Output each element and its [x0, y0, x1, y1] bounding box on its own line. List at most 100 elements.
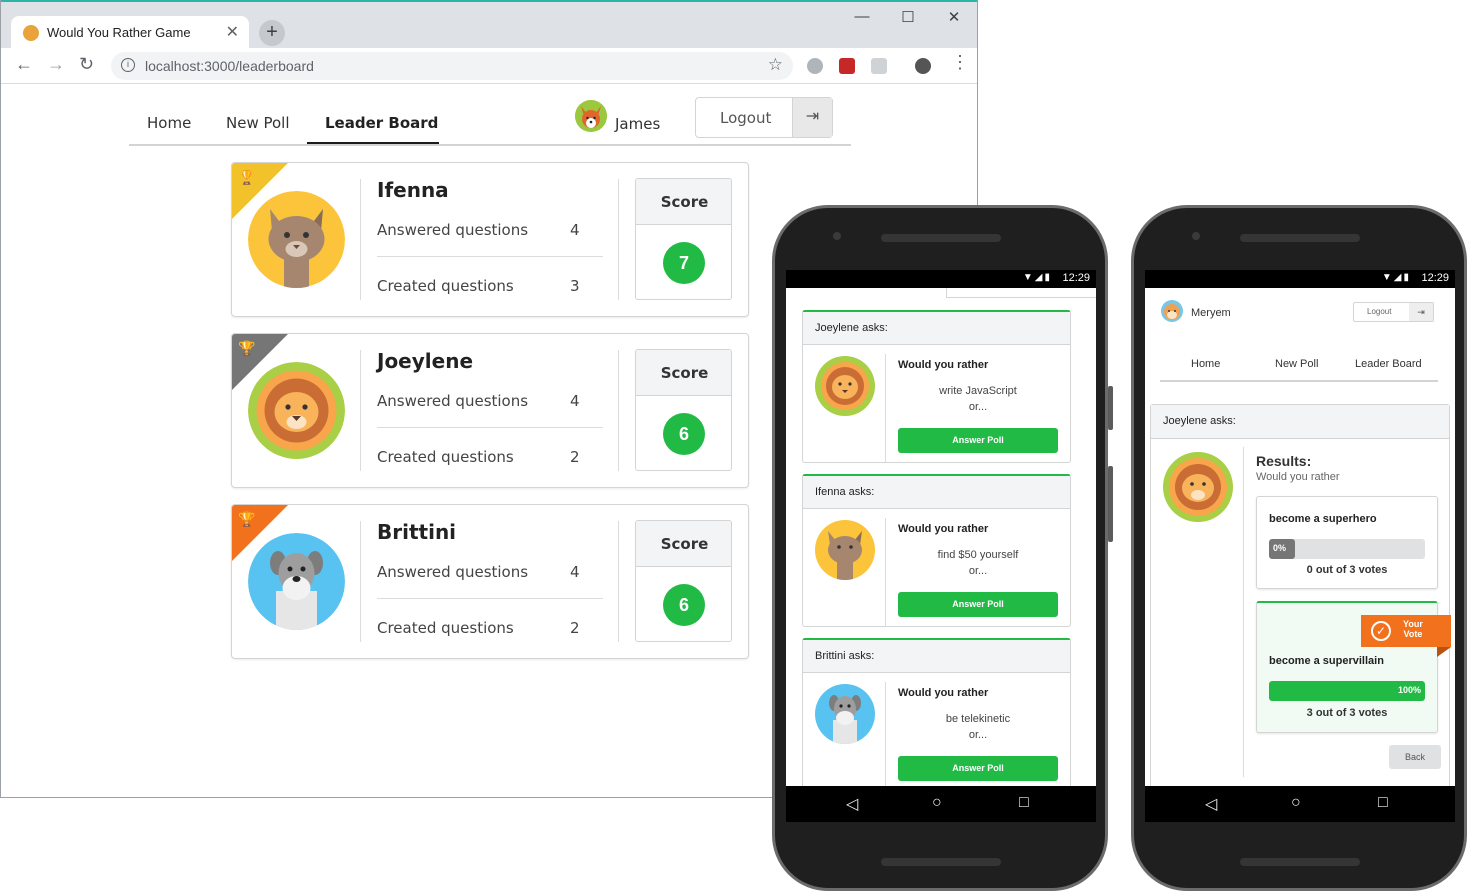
- new-tab-button[interactable]: +: [259, 20, 285, 46]
- vote-count: 0 out of 3 votes: [1306, 564, 1388, 576]
- app-navbar: Home New Poll Leader Board James Logout …: [129, 97, 851, 146]
- user-name: James: [615, 115, 661, 133]
- window-close-icon[interactable]: ✕: [931, 8, 977, 26]
- user-avatar: [1161, 300, 1183, 322]
- created-count: 2: [570, 448, 580, 466]
- speaker: [1240, 234, 1360, 242]
- created-label: Created questions: [377, 448, 514, 466]
- drive-extension-icon[interactable]: [807, 58, 823, 74]
- home-circle-icon[interactable]: ○: [932, 794, 942, 812]
- your-vote-label: Your Vote: [1403, 619, 1423, 639]
- sign-out-icon: ⇥: [792, 98, 832, 137]
- title-bar: Would You Rather Game ✕ + — ☐ ✕: [1, 0, 977, 50]
- nav-leader-board[interactable]: Leader Board: [325, 114, 438, 132]
- logout-button[interactable]: Logout ⇥: [1353, 302, 1434, 322]
- bookmark-star-icon[interactable]: ☆: [768, 55, 783, 75]
- nav-leader-board[interactable]: Leader Board: [1355, 358, 1422, 370]
- poll-asker: Brittini asks:: [803, 640, 1070, 673]
- score-value: 6: [663, 584, 705, 626]
- android-nav-bar: ◁ ○ □: [786, 786, 1096, 822]
- cat-icon: [815, 520, 875, 580]
- score-label: Score: [636, 179, 731, 225]
- minimize-icon[interactable]: —: [839, 8, 885, 25]
- leaderboard-card: 🏆 Brittini Answered questions 4 Created …: [231, 504, 749, 659]
- signal-icons: ▼◢▮: [1381, 272, 1411, 283]
- divider: [377, 598, 603, 599]
- camera: [833, 232, 841, 240]
- extension-gray-icon[interactable]: [871, 58, 887, 74]
- poll-heading: Would you rather: [1256, 471, 1340, 483]
- poll-heading: Would you rather: [898, 359, 989, 371]
- answer-poll-button[interactable]: Answer Poll: [898, 756, 1058, 781]
- poll-option: find $50 yourself: [937, 549, 1019, 561]
- results-card: Joeylene asks: Results: Would you rather…: [1150, 404, 1451, 804]
- info-icon[interactable]: i: [121, 58, 135, 72]
- poll-or: or...: [968, 729, 988, 741]
- recents-square-icon[interactable]: □: [1378, 794, 1388, 812]
- home-circle-icon[interactable]: ○: [1291, 794, 1301, 812]
- nav-home[interactable]: Home: [147, 114, 191, 132]
- url-text[interactable]: localhost:3000/leaderboard: [145, 58, 314, 74]
- status-time: 12:29: [1062, 272, 1090, 284]
- player-name: Brittini: [377, 520, 457, 544]
- speaker: [1240, 858, 1360, 866]
- divider: [377, 256, 603, 257]
- divider: [360, 179, 361, 300]
- lion-icon: [248, 362, 345, 459]
- back-arrow-icon[interactable]: ←: [15, 54, 33, 75]
- back-button[interactable]: Back: [1389, 745, 1441, 769]
- nav-divider: [1160, 380, 1438, 382]
- phone-mockup-results: ▼◢▮ 12:29 Meryem Logout ⇥ Home New Poll …: [1131, 205, 1467, 891]
- back-triangle-icon[interactable]: ◁: [1205, 794, 1217, 814]
- tab-close-icon[interactable]: ✕: [226, 22, 239, 42]
- address-bar[interactable]: i localhost:3000/leaderboard ☆: [111, 52, 793, 80]
- divider: [885, 354, 886, 462]
- tab-title: Would You Rather Game: [47, 25, 191, 40]
- extension-red-icon[interactable]: [839, 58, 855, 74]
- fox-icon: [575, 100, 607, 132]
- nav-home[interactable]: Home: [1191, 358, 1220, 370]
- poll-asker: Ifenna asks:: [803, 476, 1070, 509]
- poll-heading: Would you rather: [898, 687, 989, 699]
- created-count: 3: [570, 277, 580, 295]
- answer-poll-button[interactable]: Answer Poll: [898, 592, 1058, 617]
- tab-edge: [946, 288, 1096, 298]
- status-time: 12:29: [1421, 272, 1449, 284]
- logout-button[interactable]: Logout ⇥: [695, 97, 833, 138]
- created-count: 2: [570, 619, 580, 637]
- divider: [360, 350, 361, 471]
- nav-new-poll[interactable]: New Poll: [1275, 358, 1318, 370]
- browser-tab[interactable]: Would You Rather Game ✕: [11, 16, 249, 50]
- score-label: Score: [636, 350, 731, 396]
- nav-new-poll[interactable]: New Poll: [226, 114, 290, 132]
- your-vote-badge: ✓ Your Vote: [1361, 615, 1451, 657]
- progress-bar: 0%: [1269, 539, 1425, 559]
- menu-kebab-icon[interactable]: ⋮: [951, 52, 969, 73]
- score-box: Score 7: [635, 178, 732, 300]
- score-value: 6: [663, 413, 705, 455]
- recents-square-icon[interactable]: □: [1019, 794, 1029, 812]
- trophy-icon: 🏆: [238, 340, 256, 356]
- power-button: [1108, 466, 1113, 542]
- forward-arrow-icon[interactable]: →: [47, 54, 65, 75]
- back-triangle-icon[interactable]: ◁: [846, 794, 858, 814]
- divider: [618, 179, 619, 300]
- avatar: [248, 362, 345, 459]
- score-label: Score: [636, 521, 731, 567]
- player-name: Ifenna: [377, 178, 449, 202]
- reload-icon[interactable]: ↻: [79, 54, 94, 75]
- profile-avatar[interactable]: [915, 58, 931, 74]
- avatar: [248, 533, 345, 630]
- player-name: Joeylene: [377, 349, 474, 373]
- divider: [618, 521, 619, 642]
- divider: [1243, 447, 1244, 777]
- option-text: become a supervillain: [1269, 655, 1384, 667]
- answered-label: Answered questions: [377, 221, 529, 239]
- maximize-icon[interactable]: ☐: [885, 8, 931, 26]
- favicon-icon: [23, 25, 39, 41]
- answer-poll-button[interactable]: Answer Poll: [898, 428, 1058, 453]
- leaderboard-card: 🏆 Ifenna Answered questions 4 Created qu…: [231, 162, 749, 317]
- lion-icon: [1163, 452, 1233, 522]
- phone-screen: ▼◢▮ 12:29 Joeylene asks: Would you rathe…: [786, 270, 1096, 822]
- browser-toolbar: ← → ↻ i localhost:3000/leaderboard ☆ ⋮: [1, 48, 977, 84]
